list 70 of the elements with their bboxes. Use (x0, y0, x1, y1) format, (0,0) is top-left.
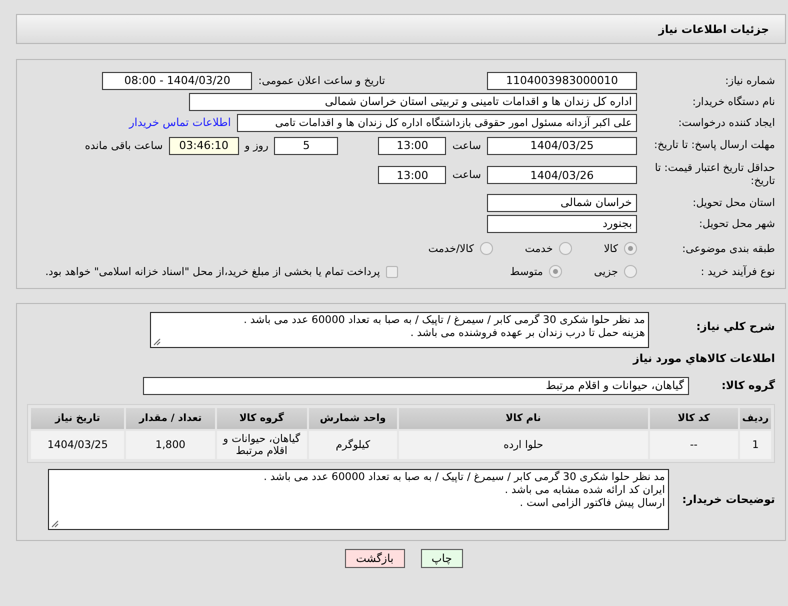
time-label: ساعت (452, 140, 481, 152)
field-label: نوع فرآیند خرید : (700, 266, 775, 278)
radio-button[interactable] (480, 242, 493, 255)
field-label: توضیحات خریدار: (681, 493, 775, 506)
table-cell: کیلوگرم (308, 431, 398, 459)
radio-button[interactable] (558, 242, 572, 255)
print-button[interactable]: چاپ (420, 549, 464, 568)
resize-grip-icon[interactable] (51, 520, 59, 528)
time-field: 13:00 (378, 136, 446, 154)
checkbox[interactable] (386, 266, 398, 278)
days-field: 5 (274, 136, 338, 154)
city-field: بجنورد (487, 214, 637, 232)
column-header: تاریخ نیاز (31, 408, 124, 429)
option-label: خدمت (524, 242, 553, 254)
field-label: گروه کالا: (720, 379, 775, 392)
date-field: 1404/03/25 (487, 136, 637, 154)
remaining-time-field: 03:46:10 (168, 136, 239, 154)
column-header: واحد شمارش (308, 408, 398, 429)
option-label: جزیی (594, 266, 618, 278)
table-cell: 1404/03/25 (31, 431, 124, 459)
back-button[interactable]: بازگشت (344, 549, 405, 568)
text-line: مد نظر حلوا شکری 30 گرمی کابر / سیمرغ / تاپیک / به صبا به تعداد 60000 عدد می باشد . (242, 314, 645, 327)
option-label: کالا/خدمت (428, 242, 474, 254)
time-field: 13:00 (378, 166, 446, 184)
field-label: ایجاد کننده درخواست: (677, 116, 775, 128)
header-title: جزئیات اطلاعات نیاز (658, 22, 769, 36)
radio-button[interactable] (624, 265, 637, 278)
radio-button[interactable] (624, 242, 637, 255)
date-field: 1404/03/26 (487, 166, 637, 184)
field-label: تاریخ و ساعت اعلان عمومی: (258, 74, 385, 86)
province-field: خراسان شمالی (487, 194, 637, 212)
days-label: روز و (244, 140, 268, 152)
text-line: هزینه حمل تا درب زندان بر عهده فروشنده می باشد . (409, 327, 645, 340)
column-header: کد کالا (650, 408, 738, 429)
resize-grip-icon[interactable] (153, 338, 161, 346)
text-line: مد نظر حلوا شکری 30 گرمی کابر / سیمرغ / تاپیک / به صبا به تعداد 60000 عدد می باشد . (262, 471, 665, 484)
field-label: شهر محل تحویل: (698, 218, 775, 230)
remaining-label: ساعت باقی مانده (84, 140, 163, 152)
field-label: شرح کلي نياز: (695, 319, 775, 333)
buyer-notes-textarea[interactable]: مد نظر حلوا شکری 30 گرمی کابر / سیمرغ / تاپیک / به صبا به تعداد 60000 عدد می باشد . ایران کد ارائه شده مشابه می باشد . ارسال پیش فاکتور الزامی است . (48, 469, 669, 530)
buyer-org-field: اداره کل زندان ها و اقدامات تامینی و تربیتی استان خراسان شمالی (189, 92, 637, 110)
time-label: ساعت (452, 169, 481, 181)
option-label: کالا (604, 242, 618, 254)
requester-field: علی اکبر آزدانه مسئول امور حقوقی بازداشتگاه اداره کل زندان ها و اقدامات تامی (237, 114, 637, 132)
text-line: ایران کد ارائه شده مشابه می باشد . (504, 484, 665, 497)
table-cell: 1 (740, 431, 771, 459)
goods-group-field: گیاهان، حیوانات و اقلام مرتبط (143, 376, 689, 394)
field-label: طبقه بندی موضوعی: (681, 242, 775, 254)
table-cell: حلوا ارده (399, 431, 648, 459)
radio-button[interactable] (549, 265, 562, 278)
treasury-checkbox-label: پرداخت تمام یا بخشی از مبلغ خرید،از محل "اسناد خزانه اسلامی" خواهد بود. (45, 266, 380, 278)
text-line: ارسال پیش فاکتور الزامی است . (518, 497, 665, 510)
contact-link[interactable]: اطلاعات تماس خریدار (129, 116, 231, 129)
field-label: مهلت ارسال پاسخ: تا تاریخ: (652, 139, 775, 152)
description-textarea[interactable]: مد نظر حلوا شکری 30 گرمی کابر / سیمرغ / تاپیک / به صبا به تعداد 60000 عدد می باشد . هزینه حمل تا درب زندان بر عهده فروشنده می باشد . (150, 312, 649, 348)
field-label: نام دستگاه خریدار: (691, 96, 775, 108)
table-cell: گیاهان، حیوانات و اقلام مرتبط (216, 431, 307, 459)
table-cell: 1,800 (126, 431, 215, 459)
field-label: حداقل تاریخ اعتبار قیمت: تا تاریخ: (654, 162, 775, 188)
announce-date-field: 1404/03/20 - 08:00 (102, 72, 252, 90)
column-header: ردیف (740, 408, 771, 429)
column-header: گروه کالا (216, 408, 307, 429)
column-header: نام کالا (399, 408, 648, 429)
field-label: شماره نیاز: (724, 74, 775, 86)
column-header: تعداد / مقدار (126, 408, 215, 429)
need-number-field: 1104003983000010 (487, 72, 637, 90)
table-cell: -- (650, 431, 738, 459)
field-label: استان محل تحویل: (692, 196, 775, 208)
option-label: متوسط (510, 266, 544, 278)
section-heading: اطلاعات کالاهاي مورد نياز (633, 352, 775, 365)
